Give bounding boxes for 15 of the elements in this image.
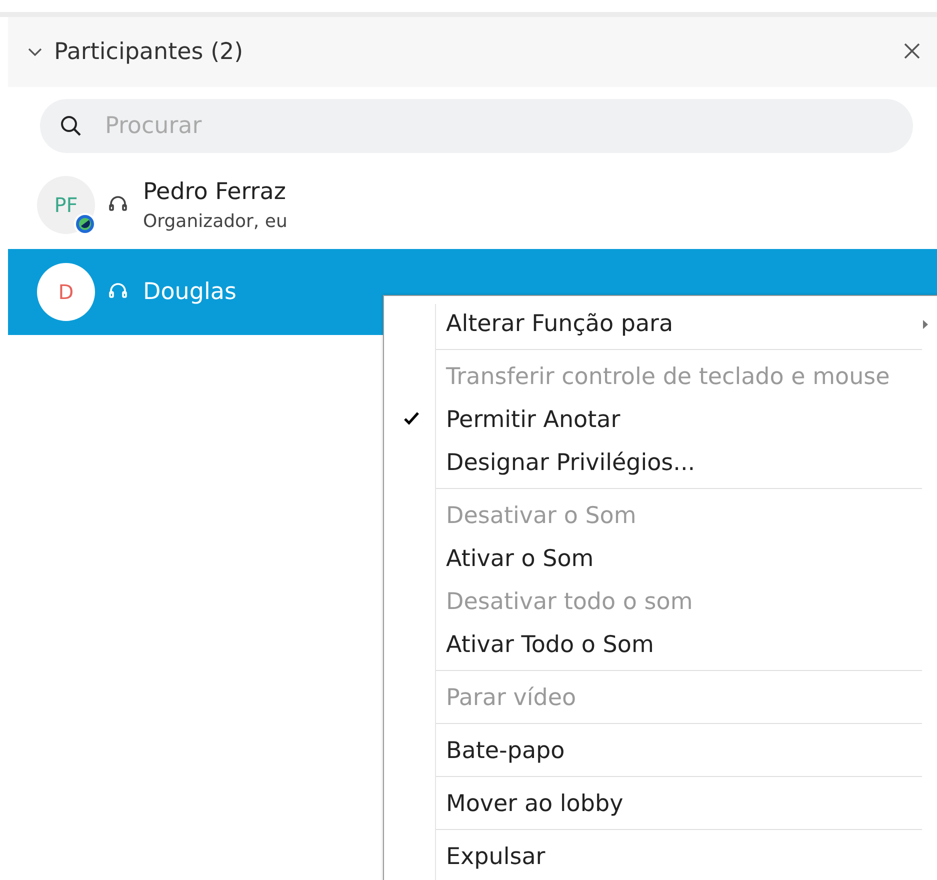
participant-name: Douglas	[143, 279, 236, 305]
menu-item[interactable]: Bate-papo	[384, 729, 937, 772]
close-icon	[903, 42, 921, 60]
search-field[interactable]: Procurar	[40, 99, 913, 153]
menu-item[interactable]: Ativar o Som	[384, 537, 937, 580]
participant-role: Organizador, eu	[143, 210, 288, 232]
avatar-initials: D	[58, 280, 74, 304]
menu-item[interactable]: Ativar Todo o Som	[384, 623, 937, 666]
menu-item[interactable]: Expulsar	[384, 835, 937, 878]
menu-item[interactable]: Designar Privilégios...	[384, 441, 937, 484]
menu-item[interactable]: Permitir Anotar	[384, 398, 937, 441]
participant-name: Pedro Ferraz	[143, 178, 287, 204]
menu-item[interactable]: Mover ao lobby	[384, 782, 937, 825]
panel-title: Participantes (2)	[54, 39, 244, 65]
avatar-initials: PF	[54, 193, 78, 217]
